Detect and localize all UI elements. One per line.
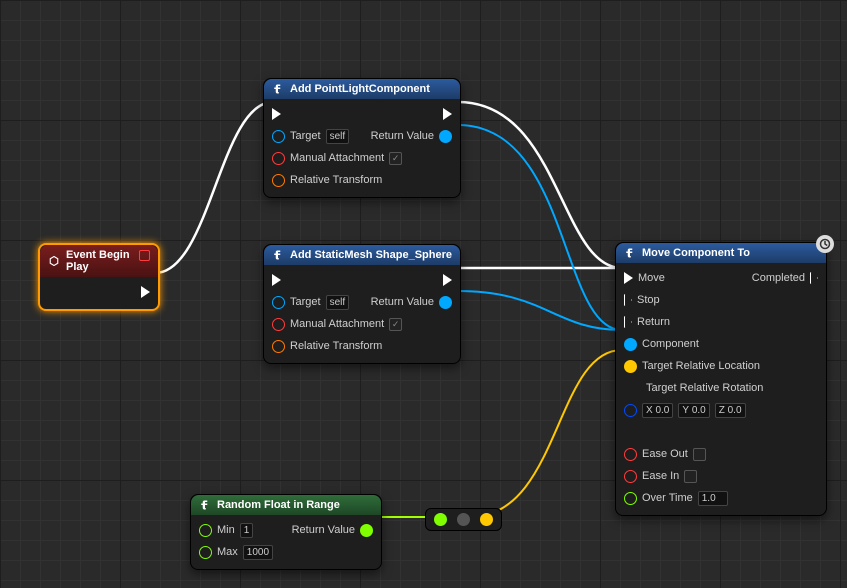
ease-in-checkbox[interactable] [684, 470, 697, 483]
stop-label: Stop [637, 294, 660, 306]
over-time-label: Over Time [642, 492, 693, 504]
move-exec-pin[interactable] [624, 272, 633, 284]
exec-in-pin[interactable] [272, 274, 281, 286]
target-self-box[interactable]: self [326, 295, 350, 310]
manual-attachment-checkbox[interactable]: ✓ [389, 318, 402, 331]
exec-out-pin[interactable] [443, 274, 452, 286]
ease-out-pin[interactable] [624, 448, 637, 461]
event-icon [48, 255, 60, 267]
min-label: Min [217, 524, 235, 536]
exec-out-pin[interactable] [443, 108, 452, 120]
title-text: Event Begin Play [66, 249, 150, 273]
min-pin[interactable] [199, 524, 212, 537]
node-add-point-light[interactable]: Add PointLightComponent Target self Retu… [263, 78, 461, 198]
title-text: Add StaticMesh Shape_Sphere [290, 249, 452, 261]
node-add-static-mesh[interactable]: Add StaticMesh Shape_Sphere Target self … [263, 244, 461, 364]
manual-attachment-label: Manual Attachment [290, 318, 384, 330]
title-text: Add PointLightComponent [290, 83, 430, 95]
completed-exec-pin[interactable] [810, 272, 818, 284]
max-label: Max [217, 546, 238, 558]
component-pin[interactable] [624, 338, 637, 351]
manual-attachment-pin[interactable] [272, 152, 285, 165]
ease-in-label: Ease In [642, 470, 679, 482]
return-value-pin[interactable] [360, 524, 373, 537]
target-rel-rot-pin[interactable] [624, 404, 637, 417]
node-random-float[interactable]: Random Float in Range Min 1 Return Value… [190, 494, 382, 570]
manual-attachment-checkbox[interactable]: ✓ [389, 152, 402, 165]
reroute-out-pin[interactable] [480, 513, 493, 526]
node-move-component-to[interactable]: Move Component To Move Completed Stop Re… [615, 242, 827, 516]
over-time-pin[interactable] [624, 492, 637, 505]
relative-transform-pin[interactable] [272, 174, 285, 187]
target-label: Target [290, 296, 321, 308]
target-pin[interactable] [272, 296, 285, 309]
min-value-input[interactable]: 1 [240, 523, 254, 538]
manual-attachment-label: Manual Attachment [290, 152, 384, 164]
return-exec-pin[interactable] [624, 316, 632, 328]
target-self-box[interactable]: self [326, 129, 350, 144]
target-pin[interactable] [272, 130, 285, 143]
node-event-begin-play[interactable]: Event Begin Play [38, 243, 160, 311]
relative-transform-label: Relative Transform [290, 174, 382, 186]
latent-icon [816, 235, 834, 253]
reroute-in-pin[interactable] [434, 513, 447, 526]
node-title: Random Float in Range [191, 495, 381, 515]
component-label: Component [642, 338, 699, 350]
function-icon [199, 499, 211, 511]
node-title: Event Begin Play [40, 245, 158, 277]
rot-x-input[interactable]: X 0.0 [642, 403, 673, 418]
delegate-pin[interactable] [139, 250, 150, 261]
function-icon [272, 249, 284, 261]
max-pin[interactable] [199, 546, 212, 559]
exec-in-pin[interactable] [272, 108, 281, 120]
node-title: Add PointLightComponent [264, 79, 460, 99]
reroute-node[interactable] [425, 508, 502, 531]
ease-out-label: Ease Out [642, 448, 688, 460]
reroute-mid-pin[interactable] [457, 513, 470, 526]
function-icon [272, 83, 284, 95]
function-icon [624, 247, 636, 259]
move-label: Move [638, 272, 665, 284]
return-label: Return Value [371, 130, 434, 142]
rot-y-input[interactable]: Y 0.0 [678, 403, 709, 418]
completed-label: Completed [752, 272, 805, 284]
return-label: Return Value [292, 524, 355, 536]
node-title: Add StaticMesh Shape_Sphere [264, 245, 460, 265]
manual-attachment-pin[interactable] [272, 318, 285, 331]
return-label: Return Value [371, 296, 434, 308]
ease-in-pin[interactable] [624, 470, 637, 483]
over-time-input[interactable]: 1.0 [698, 491, 728, 506]
ease-out-checkbox[interactable] [693, 448, 706, 461]
target-rel-rot-label: Target Relative Rotation [646, 382, 763, 394]
max-value-input[interactable]: 1000 [243, 545, 273, 560]
relative-transform-pin[interactable] [272, 340, 285, 353]
title-text: Move Component To [642, 247, 750, 259]
target-rel-loc-pin[interactable] [624, 360, 637, 373]
return-value-pin[interactable] [439, 130, 452, 143]
return-label: Return [637, 316, 670, 328]
rot-z-input[interactable]: Z 0.0 [715, 403, 746, 418]
title-text: Random Float in Range [217, 499, 340, 511]
node-title: Move Component To [616, 243, 826, 263]
relative-transform-label: Relative Transform [290, 340, 382, 352]
target-rel-loc-label: Target Relative Location [642, 360, 760, 372]
stop-exec-pin[interactable] [624, 294, 632, 306]
return-value-pin[interactable] [439, 296, 452, 309]
exec-out-pin[interactable] [141, 286, 150, 298]
target-label: Target [290, 130, 321, 142]
